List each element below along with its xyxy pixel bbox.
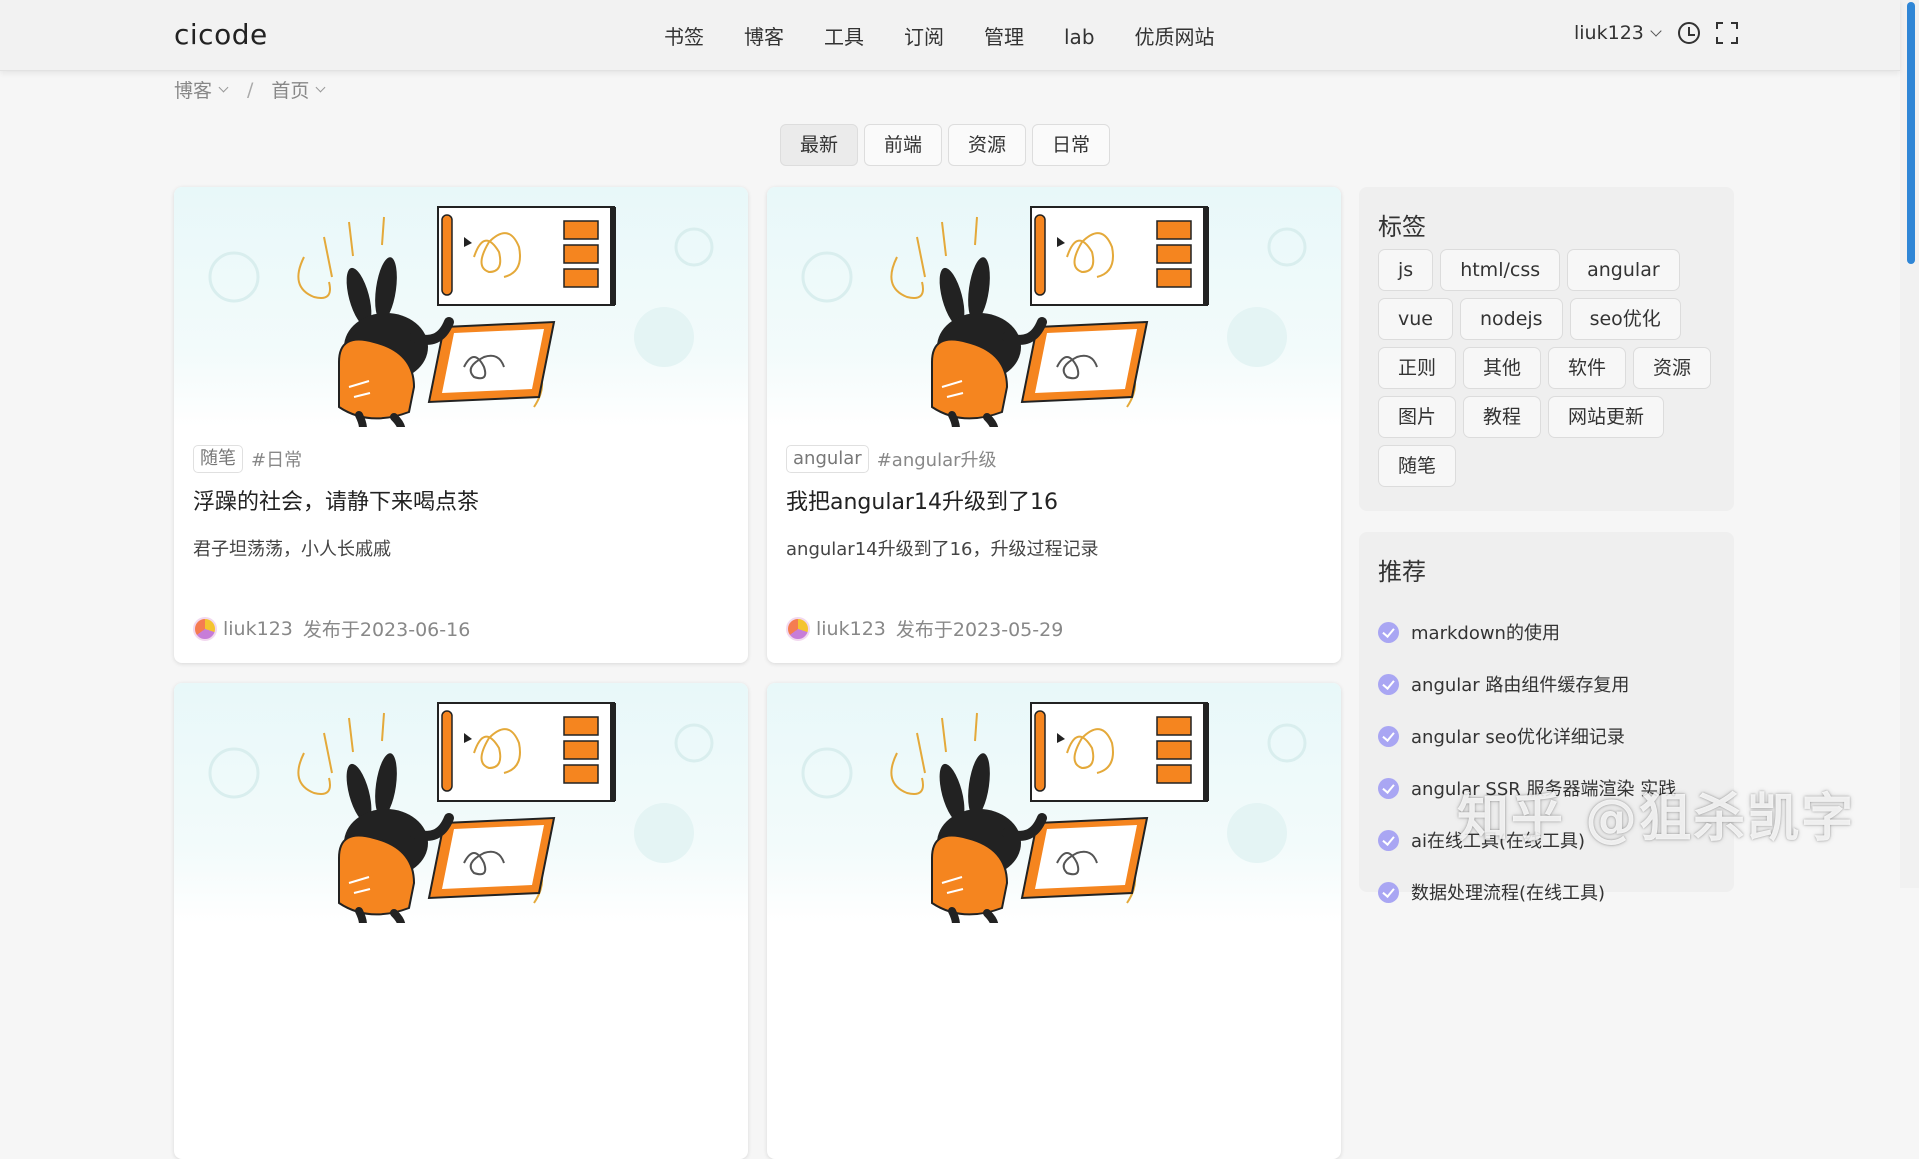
tag-chip[interactable]: 随笔	[1378, 445, 1457, 487]
recommend-item[interactable]: angular 路由组件缓存复用	[1378, 658, 1676, 710]
post-card[interactable]	[767, 683, 1341, 1159]
post-title[interactable]: 浮躁的社会，请静下来喝点茶	[193, 484, 479, 516]
scrollbar-thumb[interactable]	[1907, 2, 1915, 264]
nav-item-lab[interactable]: lab	[1064, 22, 1095, 52]
post-card[interactable]: 随笔 #日常 浮躁的社会，请静下来喝点茶 君子坦荡荡，小人长戚戚 liuk123…	[174, 187, 748, 663]
nav-item-manage[interactable]: 管理	[984, 22, 1024, 52]
nav-item-sites[interactable]: 优质网站	[1135, 22, 1215, 52]
post-cover-image	[174, 683, 748, 923]
site-logo[interactable]: cicode	[174, 18, 268, 51]
post-tag[interactable]: #angular升级	[877, 446, 997, 472]
author-name[interactable]: liuk123	[816, 618, 886, 640]
avatar	[786, 616, 810, 641]
recommend-item[interactable]: markdown的使用	[1378, 606, 1676, 658]
tab-frontend[interactable]: 前端	[864, 124, 943, 166]
check-circle-icon	[1378, 829, 1399, 851]
tab-daily[interactable]: 日常	[1032, 124, 1111, 166]
recommend-label: angular seo优化详细记录	[1411, 727, 1625, 748]
chevron-down-icon	[218, 82, 229, 92]
clock-icon[interactable]	[1677, 22, 1700, 44]
page-scrollbar[interactable]	[1900, 0, 1919, 888]
post-meta: 随笔 #日常	[193, 445, 302, 473]
recommend-label: angular 路由组件缓存复用	[1411, 675, 1630, 696]
tags-panel: 标签 js html/css angular vue nodejs seo优化 …	[1359, 187, 1734, 511]
recommend-list: markdown的使用 angular 路由组件缓存复用 angular seo…	[1378, 606, 1676, 918]
recommend-item[interactable]: angular seo优化详细记录	[1378, 710, 1676, 762]
recommend-label: 数据处理流程(在线工具)	[1411, 883, 1606, 904]
breadcrumb-home[interactable]: 首页	[271, 76, 326, 103]
tag-chip[interactable]: angular	[1567, 249, 1680, 291]
post-card[interactable]: angular #angular升级 我把angular14升级到了16 ang…	[767, 187, 1341, 663]
check-circle-icon	[1378, 673, 1399, 695]
post-cover-image	[767, 683, 1341, 923]
post-meta: angular #angular升级	[786, 445, 997, 473]
post-title[interactable]: 我把angular14升级到了16	[786, 484, 1058, 516]
nav-item-subscribe[interactable]: 订阅	[904, 22, 944, 52]
author-name[interactable]: liuk123	[223, 618, 293, 640]
tags-panel-title: 标签	[1378, 213, 1426, 241]
check-circle-icon	[1378, 725, 1399, 747]
check-circle-icon	[1378, 881, 1399, 903]
post-card[interactable]	[174, 683, 748, 1159]
tab-latest[interactable]: 最新	[780, 124, 859, 166]
nav-item-blog[interactable]: 博客	[744, 22, 784, 52]
category-tabs: 最新 前端 资源 日常	[780, 124, 1116, 166]
tag-chip[interactable]: 图片	[1378, 396, 1457, 438]
nav-item-tools[interactable]: 工具	[824, 22, 864, 52]
post-cover-image	[767, 187, 1341, 427]
breadcrumb-label: 博客	[174, 80, 213, 102]
tag-list: js html/css angular vue nodejs seo优化 正则 …	[1378, 249, 1723, 494]
post-category[interactable]: angular	[786, 445, 869, 473]
tag-chip[interactable]: 其他	[1463, 347, 1542, 389]
breadcrumb-blog[interactable]: 博客	[174, 76, 229, 103]
main-nav: 书签 博客 工具 订阅 管理 lab 优质网站	[664, 22, 1255, 52]
user-menu[interactable]: liuk123	[1574, 22, 1662, 44]
tag-chip[interactable]: 软件	[1548, 347, 1627, 389]
breadcrumb: 博客 / 首页	[174, 76, 326, 103]
breadcrumb-separator: /	[247, 78, 254, 101]
tab-resources[interactable]: 资源	[948, 124, 1027, 166]
check-circle-icon	[1378, 777, 1399, 799]
username: liuk123	[1574, 22, 1644, 44]
post-tag[interactable]: #日常	[251, 446, 302, 472]
top-header: cicode 书签 博客 工具 订阅 管理 lab 优质网站 liuk123	[0, 0, 1900, 71]
breadcrumb-label: 首页	[271, 80, 310, 102]
recommend-panel-title: 推荐	[1378, 558, 1426, 586]
tag-chip[interactable]: 网站更新	[1548, 396, 1665, 438]
tag-chip[interactable]: nodejs	[1459, 298, 1563, 340]
watermark: 知乎 @狙杀凯字	[1457, 789, 1856, 849]
tag-chip[interactable]: seo优化	[1569, 298, 1681, 340]
post-author: liuk123 发布于2023-06-16	[193, 615, 470, 642]
post-date: 发布于2023-06-16	[302, 619, 471, 641]
tag-chip[interactable]: 教程	[1463, 396, 1542, 438]
post-date: 发布于2023-05-29	[895, 619, 1064, 641]
chevron-down-icon	[1650, 24, 1662, 37]
post-description: angular14升级到了16，升级过程记录	[786, 539, 1099, 560]
post-description: 君子坦荡荡，小人长戚戚	[193, 539, 391, 560]
fullscreen-icon[interactable]	[1715, 22, 1738, 44]
recommend-label: markdown的使用	[1411, 623, 1560, 644]
tag-chip[interactable]: vue	[1378, 298, 1453, 340]
post-category[interactable]: 随笔	[193, 445, 243, 473]
chevron-down-icon	[315, 82, 326, 92]
tag-chip[interactable]: 正则	[1378, 347, 1457, 389]
avatar	[193, 616, 217, 641]
tag-chip[interactable]: 资源	[1633, 347, 1712, 389]
nav-item-bookmarks[interactable]: 书签	[664, 22, 704, 52]
recommend-item[interactable]: 数据处理流程(在线工具)	[1378, 866, 1676, 918]
check-circle-icon	[1378, 621, 1399, 643]
post-author: liuk123 发布于2023-05-29	[786, 615, 1063, 642]
post-cover-image	[174, 187, 748, 427]
tag-chip[interactable]: js	[1378, 249, 1434, 291]
header-right: liuk123	[1574, 22, 1738, 44]
tag-chip[interactable]: html/css	[1440, 249, 1561, 291]
